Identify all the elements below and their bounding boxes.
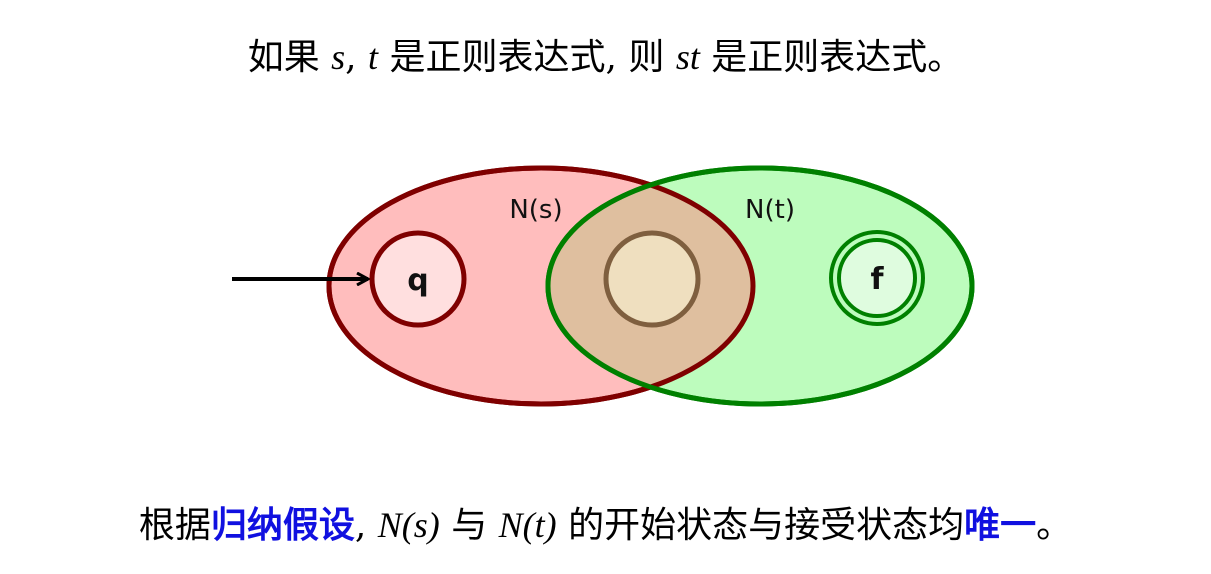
conclusion-part-5: 。	[1036, 505, 1073, 546]
conclusion-part-2: ,	[354, 505, 378, 546]
conclusion-text: 根据归纳假设, N(s) 与 N(t) 的开始状态与接受状态均唯一。	[0, 500, 1211, 551]
ns-label: N(s)	[509, 195, 562, 225]
highlight-unique: 唯一	[964, 504, 1037, 546]
conclusion-part-3: 与	[439, 505, 499, 546]
math-nt: N(t)	[498, 505, 557, 545]
conclusion-part-4: 的开始状态与接受状态均	[556, 505, 965, 546]
highlight-inductive-hypothesis: 归纳假设	[210, 504, 355, 546]
math-ns: N(s)	[377, 505, 440, 545]
conclusion-part-1: 根据	[138, 505, 211, 546]
final-state-label: f	[870, 262, 884, 297]
nfa-concatenation-diagram: N(s) N(t) q f	[232, 165, 975, 407]
start-state-label: q	[407, 263, 428, 298]
merged-state	[603, 230, 701, 328]
nt-label: N(t)	[745, 195, 795, 225]
